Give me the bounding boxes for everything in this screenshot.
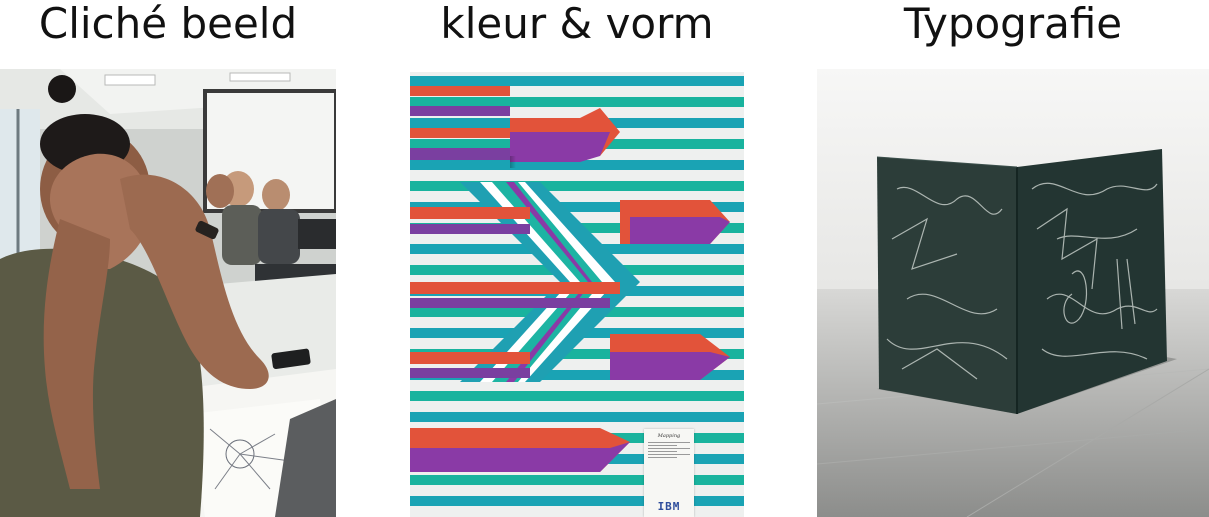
poster-stripe [410, 97, 744, 107]
panel-title-kleur-vorm: kleur & vorm [440, 0, 714, 48]
text-line [648, 451, 678, 452]
chalkboard-cube-photo [817, 69, 1209, 517]
cliche-beeld-photo [0, 69, 336, 517]
ibm-poster-image: Mapping IBM [410, 72, 744, 517]
ibm-logo: IBM [657, 500, 681, 513]
text-line [648, 445, 678, 446]
poster-stripe [410, 412, 744, 422]
text-line [648, 454, 690, 455]
panel-title-typografie: Typografie [903, 0, 1123, 48]
poster-stripe [410, 76, 744, 86]
poster-card-title: Mapping [657, 433, 681, 439]
text-line [648, 442, 690, 443]
poster-stripe [410, 181, 744, 191]
poster-info-card: Mapping IBM [644, 429, 694, 517]
text-line [648, 457, 678, 458]
text-line [648, 448, 690, 449]
panel-title-cliche-beeld: Cliché beeld [38, 0, 298, 48]
poster-stripe [410, 391, 744, 401]
